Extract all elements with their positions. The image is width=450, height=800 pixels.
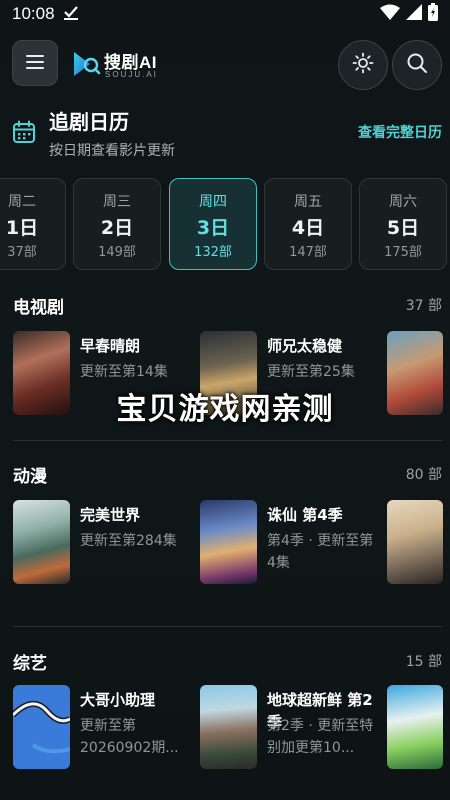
day-count: 149部 (98, 245, 136, 260)
calendar-subtitle: 按日期查看影片更新 (49, 143, 175, 159)
section-count[interactable]: 37 部 (406, 295, 442, 315)
day-date: 4日 (291, 217, 325, 239)
day-count: 37部 (7, 245, 37, 260)
show-update: 更新至第25集 (267, 364, 355, 380)
section-divider (13, 626, 442, 627)
search-button[interactable] (392, 40, 442, 90)
hamburger-icon (26, 54, 44, 73)
calendar-title: 追剧日历 (49, 110, 129, 134)
poster-art (13, 701, 70, 754)
section-anime: 动漫 80 部 完美世界 更新至第284集 诛仙 第4季 第4季 · 更新至第4… (0, 462, 450, 592)
day-weekday: 周二 (8, 194, 36, 210)
show-title: 诛仙 第4季 (267, 506, 343, 524)
section-header: 综艺 15 部 (13, 649, 442, 674)
show-update: 第4季 · 更新至第4集 (267, 533, 374, 571)
show-card[interactable]: 地球超新鲜 第2季 第2季 · 更新至特别加更第10... (200, 685, 386, 771)
logo-icon (70, 48, 102, 84)
poster-image (200, 685, 257, 769)
poster-image (200, 500, 257, 584)
section-header: 动漫 80 部 (13, 462, 442, 487)
wifi-icon (380, 4, 400, 25)
show-card[interactable]: 大哥小助理 更新至第20260902期... (13, 685, 193, 771)
day-date: 5日 (386, 217, 420, 239)
show-update: 更新至第284集 (80, 533, 177, 549)
calendar-icon (12, 120, 36, 148)
section-header: 电视剧 37 部 (13, 293, 442, 318)
sun-icon (352, 52, 374, 78)
show-update: 更新至第20260902期... (80, 718, 179, 756)
day-weekday: 周六 (389, 194, 417, 210)
day-date: 2日 (100, 217, 134, 239)
show-title: 师兄太稳健 (267, 337, 343, 355)
day-strip[interactable]: 周二 1日 37部 周三 2日 149部 周四 3日 132部 周五 4日 14… (0, 178, 450, 272)
section-title: 动漫 (13, 467, 47, 487)
show-update: 更新至第14集 (80, 364, 168, 380)
day-tuesday[interactable]: 周二 1日 37部 (0, 178, 66, 270)
section-variety: 综艺 15 部 大哥小助理 更新至第20260902期... 地球超新鲜 第2季… (0, 649, 450, 789)
battery-icon (428, 2, 438, 26)
search-icon (406, 52, 428, 78)
section-count[interactable]: 80 部 (406, 464, 442, 484)
day-wednesday[interactable]: 周三 2日 149部 (73, 178, 161, 270)
show-card[interactable] (387, 500, 443, 586)
day-count: 147部 (289, 245, 327, 260)
calendar-header: 追剧日历 按日期查看影片更新 查看完整日历 (12, 104, 442, 164)
day-thursday[interactable]: 周四 3日 132部 (169, 178, 257, 270)
day-date: 3日 (196, 217, 230, 239)
theme-toggle-button[interactable] (338, 40, 388, 90)
day-weekday: 周五 (294, 194, 322, 210)
status-time: 10:08 (12, 4, 55, 23)
poster-image (13, 685, 70, 769)
poster-image (13, 500, 70, 584)
day-count: 175部 (384, 245, 422, 260)
show-title: 早春晴朗 (80, 337, 141, 355)
download-icon (63, 4, 79, 25)
show-title: 大哥小助理 (80, 691, 156, 709)
day-weekday: 周四 (199, 194, 227, 210)
section-title: 综艺 (13, 654, 47, 674)
day-date: 1日 (5, 217, 39, 239)
show-card[interactable]: 完美世界 更新至第284集 (13, 500, 193, 586)
section-divider (13, 440, 442, 441)
app-subname: SOUJU.AI (105, 70, 158, 79)
app-logo: 搜剧AI SOUJU.AI (70, 46, 190, 82)
day-count: 132部 (194, 245, 232, 260)
poster-image (387, 500, 443, 584)
section-count[interactable]: 15 部 (406, 651, 442, 671)
menu-button[interactable] (12, 40, 58, 86)
signal-icon (406, 3, 422, 25)
status-bar: 10:08 (0, 0, 450, 28)
section-title: 电视剧 (13, 298, 64, 318)
show-card[interactable] (387, 685, 443, 771)
app-header: 搜剧AI SOUJU.AI (12, 40, 442, 90)
show-title: 完美世界 (80, 506, 141, 524)
view-full-calendar-link[interactable]: 查看完整日历 (358, 122, 442, 142)
show-card[interactable]: 诛仙 第4季 第4季 · 更新至第4集 (200, 500, 386, 586)
day-saturday[interactable]: 周六 5日 175部 (359, 178, 447, 270)
day-friday[interactable]: 周五 4日 147部 (264, 178, 352, 270)
day-weekday: 周三 (103, 194, 131, 210)
watermark-text: 宝贝游戏网亲测 (116, 392, 334, 427)
poster-image (387, 685, 443, 769)
show-update: 第2季 · 更新至特别加更第10... (267, 718, 374, 756)
